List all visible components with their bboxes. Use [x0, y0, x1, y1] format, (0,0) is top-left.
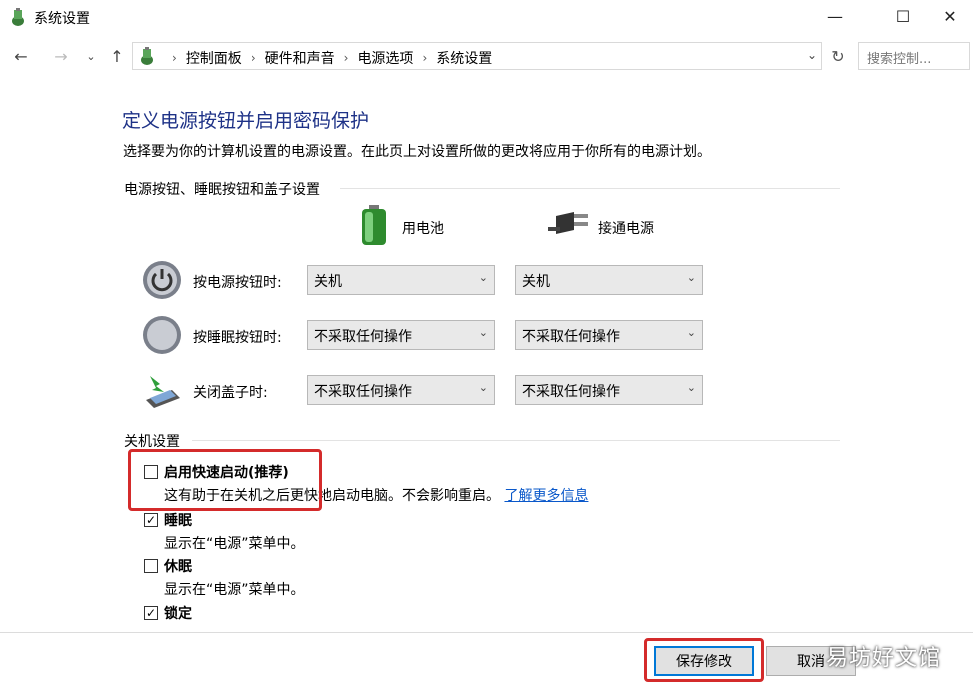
- hibernate-label[interactable]: 休眠: [164, 556, 192, 576]
- fast-startup-highlight: [128, 449, 322, 511]
- power-button-battery-select[interactable]: 关机 ⌄: [307, 265, 495, 295]
- chevron-down-icon: ⌄: [686, 271, 696, 284]
- sleep-button-icon: [143, 316, 181, 354]
- page-title: 定义电源按钮并启用密码保护: [122, 110, 370, 132]
- power-plug-icon: [548, 212, 588, 234]
- close-button[interactable]: ✕: [927, 0, 973, 33]
- sleep-checkbox[interactable]: ✓: [144, 513, 158, 527]
- breadcrumb-hardware-sound[interactable]: 硬件和声音: [265, 48, 335, 68]
- select-value: 不采取任何操作: [522, 329, 620, 345]
- select-value: 关机: [314, 274, 342, 290]
- sleep-button-battery-select[interactable]: 不采取任何操作 ⌄: [307, 320, 495, 350]
- page-description: 选择要为你的计算机设置的电源设置。在此页上对设置所做的更改将应用于你所有的电源计…: [123, 144, 711, 160]
- address-bar: ← → ⌄ ↑ › 控制面板 › 硬件和声音 › 电源选项 › 系统设置 ⌄ ↻…: [0, 40, 973, 72]
- plugged-column-label: 接通电源: [598, 221, 654, 237]
- control-panel-icon: [141, 47, 153, 65]
- lid-close-label: 关闭盖子时:: [193, 385, 268, 401]
- laptop-lid-icon: [146, 376, 180, 408]
- back-arrow-icon[interactable]: ←: [10, 44, 32, 68]
- lock-label[interactable]: 锁定: [164, 603, 192, 623]
- battery-column-label: 用电池: [402, 221, 444, 237]
- chevron-right-icon: ›: [250, 51, 256, 65]
- chevron-down-icon: ⌄: [478, 271, 488, 284]
- power-button-icon: [143, 261, 181, 299]
- select-value: 不采取任何操作: [522, 384, 620, 400]
- sleep-description: 显示在“电源”菜单中。: [164, 536, 305, 552]
- chevron-right-icon: ›: [422, 51, 428, 65]
- watermark: 易坊好文馆: [826, 646, 942, 671]
- select-value: 关机: [522, 274, 550, 290]
- chevron-right-icon: ›: [172, 51, 177, 65]
- lid-close-battery-select[interactable]: 不采取任何操作 ⌄: [307, 375, 495, 405]
- window-title: 系统设置: [34, 11, 90, 27]
- minimize-button[interactable]: —: [812, 0, 858, 33]
- sleep-label[interactable]: 睡眠: [164, 510, 192, 530]
- save-button-highlight: [644, 638, 764, 682]
- breadcrumb-power-options[interactable]: 电源选项: [357, 48, 413, 68]
- section-divider: [192, 440, 840, 441]
- sleep-button-label: 按睡眠按钮时:: [193, 330, 282, 346]
- battery-icon: [362, 205, 386, 245]
- chevron-down-icon[interactable]: ⌄: [807, 48, 817, 62]
- section-divider: [340, 188, 840, 189]
- address-box[interactable]: › 控制面板 › 硬件和声音 › 电源选项 › 系统设置 ⌄: [132, 42, 822, 70]
- footer-divider: [0, 632, 973, 633]
- chevron-down-icon: ⌄: [686, 326, 696, 339]
- power-button-label: 按电源按钮时:: [193, 275, 282, 291]
- up-arrow-icon[interactable]: ↑: [106, 44, 128, 68]
- lock-checkbox[interactable]: ✓: [144, 606, 158, 620]
- refresh-icon[interactable]: ↻: [826, 44, 850, 68]
- breadcrumb-system-settings[interactable]: 系统设置: [436, 48, 492, 68]
- select-value: 不采取任何操作: [314, 329, 412, 345]
- recent-dropdown-icon[interactable]: ⌄: [80, 44, 102, 68]
- buttons-section-title: 电源按钮、睡眠按钮和盖子设置: [124, 182, 320, 198]
- chevron-down-icon: ⌄: [686, 381, 696, 394]
- breadcrumb-control-panel[interactable]: 控制面板: [186, 48, 242, 68]
- chevron-right-icon: ›: [343, 51, 349, 65]
- maximize-button[interactable]: ☐: [880, 0, 926, 33]
- power-button-plugged-select[interactable]: 关机 ⌄: [515, 265, 703, 295]
- hibernate-checkbox[interactable]: [144, 559, 158, 573]
- learn-more-link[interactable]: 了解更多信息: [504, 488, 588, 504]
- sleep-button-plugged-select[interactable]: 不采取任何操作 ⌄: [515, 320, 703, 350]
- lid-close-plugged-select[interactable]: 不采取任何操作 ⌄: [515, 375, 703, 405]
- title-bar: 系统设置 — ☐ ✕: [0, 0, 973, 33]
- hibernate-description: 显示在“电源”菜单中。: [164, 582, 305, 598]
- chevron-down-icon: ⌄: [478, 381, 488, 394]
- select-value: 不采取任何操作: [314, 384, 412, 400]
- search-input[interactable]: 搜索控制...: [858, 42, 970, 70]
- breadcrumb: › 控制面板 › 硬件和声音 › 电源选项 › 系统设置: [163, 48, 492, 68]
- chevron-down-icon: ⌄: [478, 326, 488, 339]
- power-options-icon: [12, 8, 24, 26]
- forward-arrow-icon[interactable]: →: [50, 44, 72, 68]
- shutdown-section-title: 关机设置: [124, 434, 180, 450]
